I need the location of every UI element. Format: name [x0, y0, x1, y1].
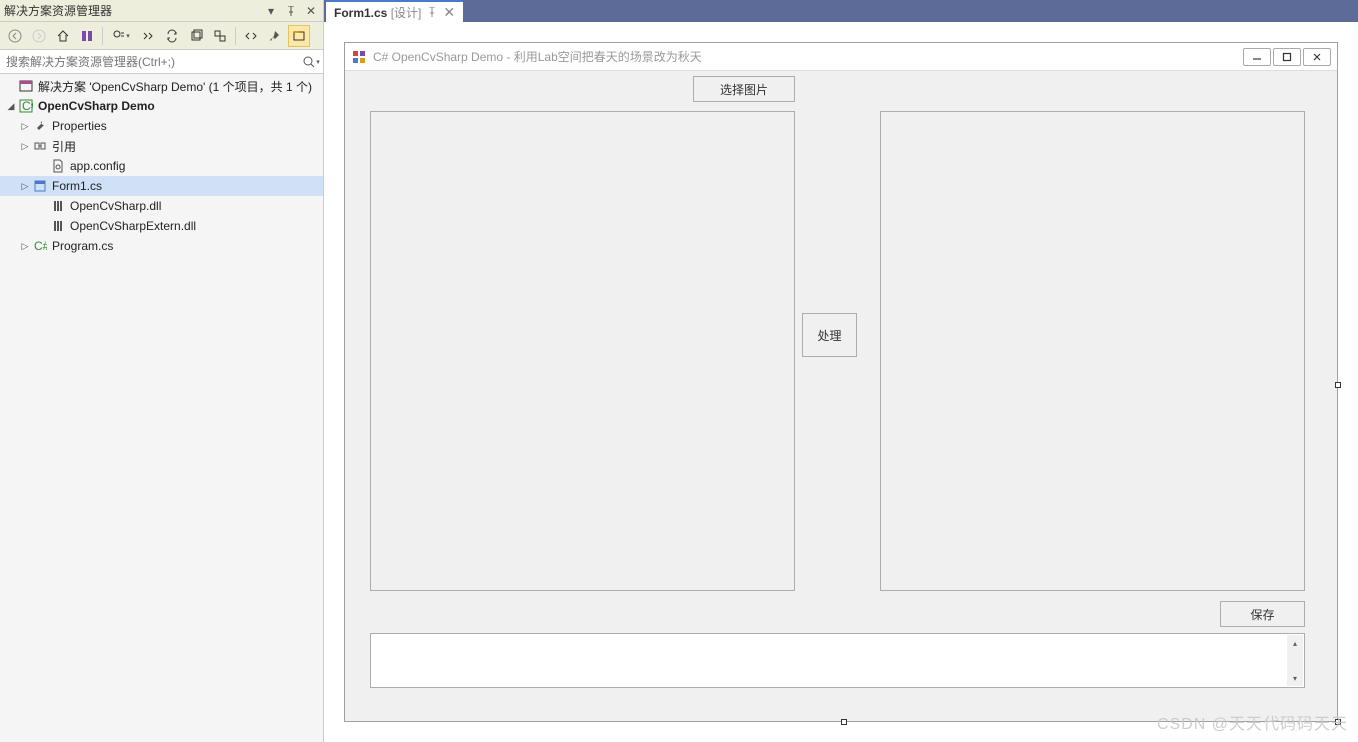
winform-body: 选择图片 处理 保存 ▴ ▾: [345, 71, 1337, 721]
dropdown-icon[interactable]: ▾: [263, 3, 279, 19]
log-textbox[interactable]: ▴ ▾: [370, 633, 1305, 688]
solution-label: 解决方案 'OpenCvSharp Demo' (1 个项目，共 1 个): [38, 78, 312, 95]
form-icon: [32, 178, 48, 194]
right-image-panel[interactable]: [880, 111, 1305, 591]
tab-form1[interactable]: Form1.cs [设计] ✕: [326, 0, 463, 22]
sync-icon[interactable]: [161, 25, 183, 47]
opencv-extern-dll-label: OpenCvSharpExtern.dll: [70, 219, 196, 233]
opencv-dll-node[interactable]: OpenCvSharp.dll: [0, 196, 323, 216]
collapse-all-icon[interactable]: [209, 25, 231, 47]
project-label: OpenCvSharp Demo: [38, 99, 155, 113]
panel-title: 解决方案资源管理器: [4, 2, 263, 19]
program-label: Program.cs: [52, 239, 113, 253]
form1-label: Form1.cs: [52, 179, 102, 193]
minimize-button[interactable]: [1243, 48, 1271, 66]
properties-node[interactable]: ▷ Properties: [0, 116, 323, 136]
wrench-icon: [32, 118, 48, 134]
tab-subtitle: [设计]: [391, 6, 422, 20]
tab-strip: Form1.cs [设计] ✕: [324, 0, 1358, 22]
preview-icon[interactable]: [288, 25, 310, 47]
forward-icon[interactable]: [28, 25, 50, 47]
size-handle-corner[interactable]: [1335, 719, 1341, 725]
expander-icon[interactable]: [36, 219, 50, 233]
expander-icon[interactable]: ▷: [18, 179, 32, 193]
close-icon[interactable]: ✕: [303, 3, 319, 19]
form1-node[interactable]: ▷ Form1.cs: [0, 176, 323, 196]
code-icon[interactable]: [240, 25, 262, 47]
winform-titlebar: C# OpenCvSharp Demo - 利用Lab空间把春天的场景改为秋天: [345, 43, 1337, 71]
solution-explorer-panel: 解决方案资源管理器 ▾ ✕ ▾: [0, 0, 324, 742]
references-node[interactable]: ▷ 引用: [0, 136, 323, 156]
close-icon[interactable]: ✕: [443, 4, 455, 21]
svg-text:C#: C#: [34, 239, 47, 253]
app-icon: [351, 49, 367, 65]
winform-window[interactable]: C# OpenCvSharp Demo - 利用Lab空间把春天的场景改为秋天 …: [344, 42, 1338, 722]
references-label: 引用: [52, 138, 76, 155]
pin-icon[interactable]: [427, 7, 437, 17]
filter-icon[interactable]: ▾: [107, 25, 135, 47]
size-handle-right[interactable]: [1335, 382, 1341, 388]
expander-icon[interactable]: [4, 79, 18, 93]
expander-icon[interactable]: ▷: [18, 239, 32, 253]
project-node[interactable]: ◢ C# OpenCvSharp Demo: [0, 96, 323, 116]
scrollbar[interactable]: ▴ ▾: [1287, 635, 1303, 686]
solution-node[interactable]: 解决方案 'OpenCvSharp Demo' (1 个项目，共 1 个): [0, 76, 323, 96]
back-icon[interactable]: [4, 25, 26, 47]
refresh-icon[interactable]: [185, 25, 207, 47]
winform-title: C# OpenCvSharp Demo - 利用Lab空间把春天的场景改为秋天: [373, 48, 1243, 65]
size-handle-bottom[interactable]: [841, 719, 847, 725]
scroll-up-icon[interactable]: ▴: [1287, 635, 1303, 651]
search-input[interactable]: [0, 50, 299, 73]
appconfig-label: app.config: [70, 159, 125, 173]
properties-label: Properties: [52, 119, 107, 133]
expander-icon[interactable]: [36, 159, 50, 173]
search-icon[interactable]: ▾: [299, 50, 323, 73]
process-button[interactable]: 处理: [802, 313, 857, 357]
left-image-panel[interactable]: [370, 111, 795, 591]
references-icon: [32, 138, 48, 154]
appconfig-node[interactable]: app.config: [0, 156, 323, 176]
pin-icon[interactable]: [283, 3, 299, 19]
maximize-button[interactable]: [1273, 48, 1301, 66]
save-button[interactable]: 保存: [1220, 601, 1305, 627]
scroll-down-icon[interactable]: ▾: [1287, 670, 1303, 686]
dll-icon: [50, 198, 66, 214]
csharp-file-icon: C#: [32, 238, 48, 254]
opencv-dll-label: OpenCvSharp.dll: [70, 199, 161, 213]
program-node[interactable]: ▷ C# Program.cs: [0, 236, 323, 256]
designer-surface[interactable]: C# OpenCvSharp Demo - 利用Lab空间把春天的场景改为秋天 …: [324, 22, 1358, 742]
close-button[interactable]: [1303, 48, 1331, 66]
home-icon[interactable]: [52, 25, 74, 47]
dll-icon: [50, 218, 66, 234]
select-image-button[interactable]: 选择图片: [693, 76, 795, 102]
solution-toolbar: ▾: [0, 22, 323, 50]
panel-header: 解决方案资源管理器 ▾ ✕: [0, 0, 323, 22]
solution-tree: 解决方案 'OpenCvSharp Demo' (1 个项目，共 1 个) ◢ …: [0, 74, 323, 742]
svg-text:C#: C#: [22, 99, 33, 113]
expander-icon[interactable]: ▷: [18, 119, 32, 133]
pending-changes-icon[interactable]: [137, 25, 159, 47]
expander-icon[interactable]: ◢: [4, 99, 18, 113]
solution-icon: [18, 78, 34, 94]
opencv-extern-dll-node[interactable]: OpenCvSharpExtern.dll: [0, 216, 323, 236]
csharp-project-icon: C#: [18, 98, 34, 114]
tab-title: Form1.cs: [334, 6, 387, 20]
config-icon: [50, 158, 66, 174]
switch-views-icon[interactable]: [76, 25, 98, 47]
search-row: ▾: [0, 50, 323, 74]
main-area: Form1.cs [设计] ✕ C# OpenCvSharp Demo - 利用…: [324, 0, 1358, 742]
expander-icon[interactable]: ▷: [18, 139, 32, 153]
properties-icon[interactable]: [264, 25, 286, 47]
expander-icon[interactable]: [36, 199, 50, 213]
